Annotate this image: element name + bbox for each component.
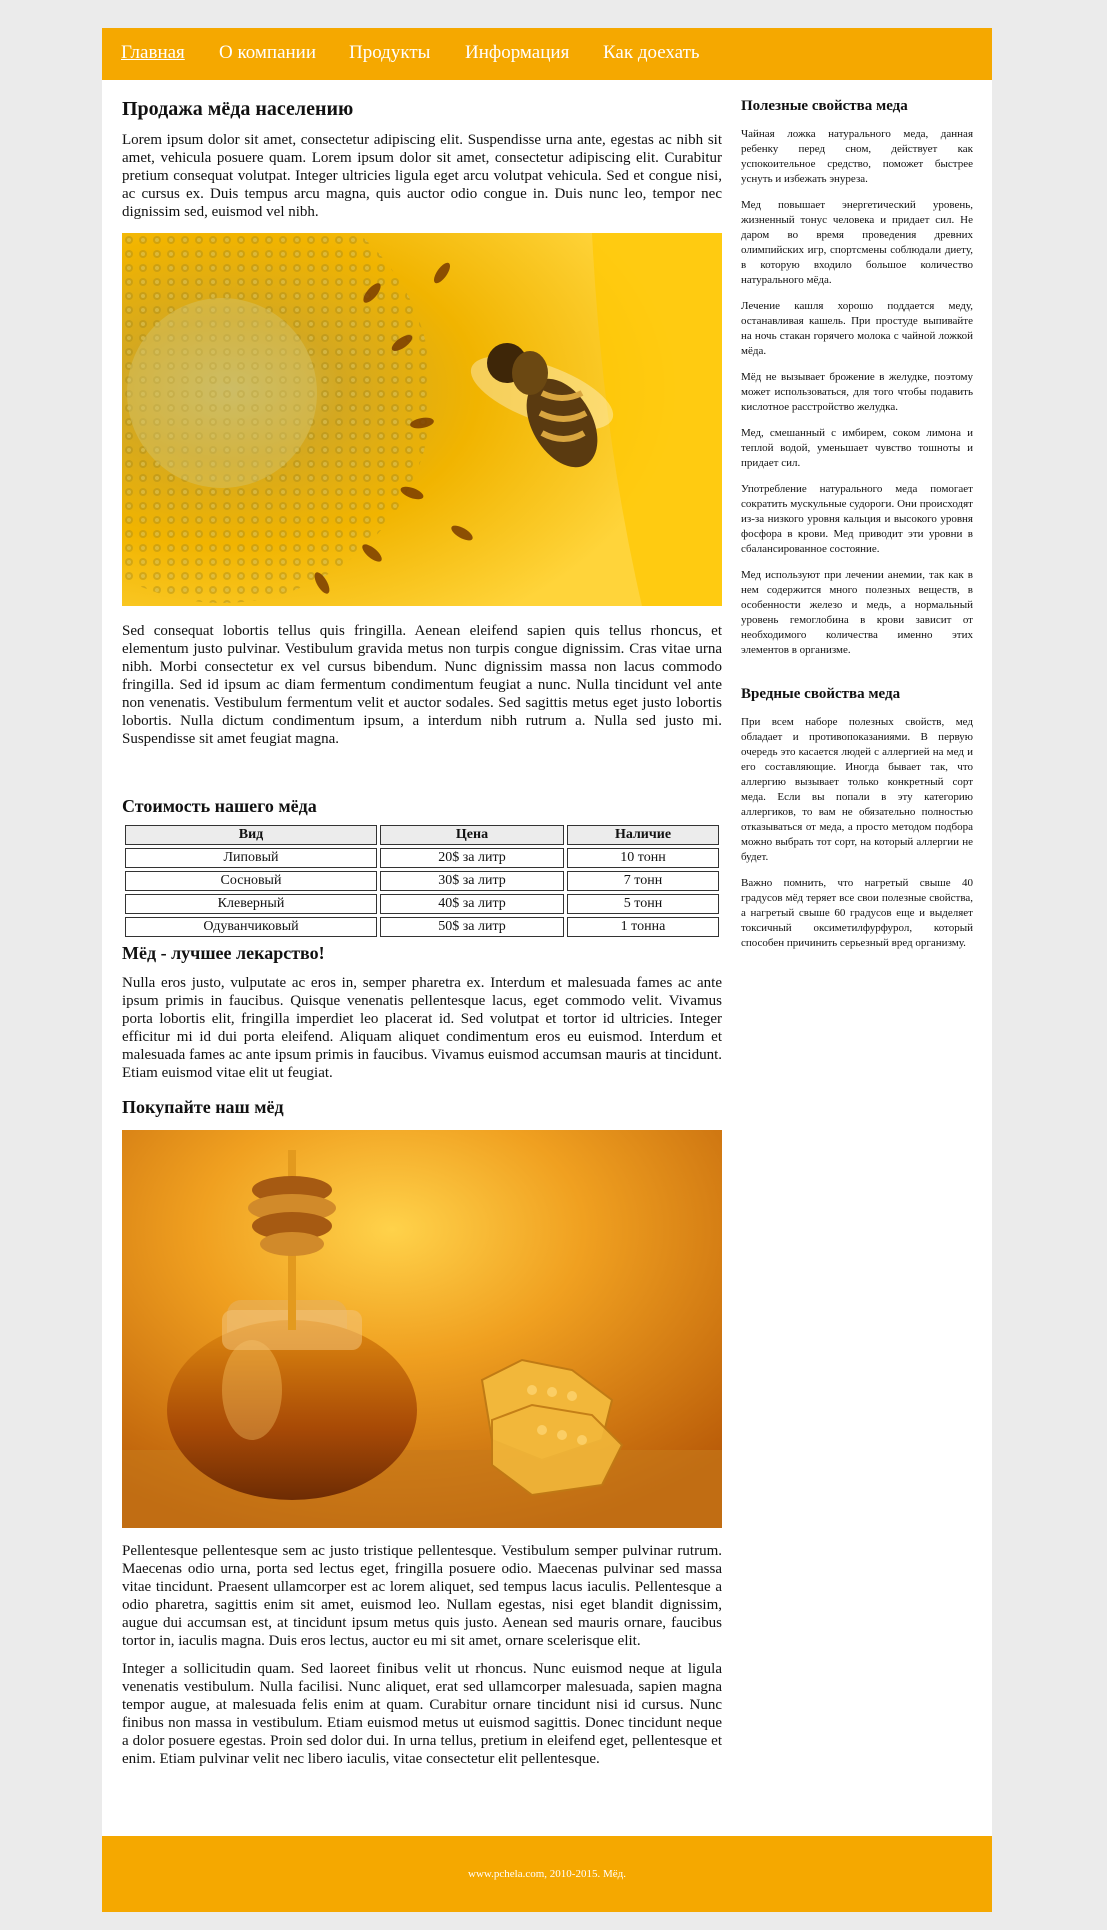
sidebar-paragraph: Мед повышает энергетический уровень, жиз… [741,199,973,286]
intro-paragraph: Lorem ipsum dolor sit amet, consectetur … [122,132,722,220]
main-text-block-4: Pellentesque pellentesque sem ac justo t… [122,1542,722,1768]
footer: www.pchela.com, 2010-2015. Мёд. [102,1836,992,1912]
table-cell: Сосновый [125,871,377,891]
paragraph-4: Pellentesque pellentesque sem ac justo t… [122,1543,722,1649]
harmful-properties-heading: Вредные свойства меда [741,686,901,702]
table-cell: Клеверный [125,894,377,914]
sidebar-paragraph: Чайная ложка натурального меда, данная р… [741,128,973,185]
sidebar-paragraph: Употребление натурального меда помогает … [741,483,973,555]
medicine-heading: Мёд - лучшее лекарство! [122,943,325,963]
table-row: Сосновый 30$ за литр 7 тонн [125,871,719,891]
table-cell: 20$ за литр [380,848,564,868]
table-cell: 30$ за литр [380,871,564,891]
sidebar-paragraph: При всем наборе полезных свойств, мед об… [741,716,973,863]
table-cell: Липовый [125,848,377,868]
table-row: Одуванчиковый 50$ за литр 1 тонна [125,917,719,937]
buy-section: Покупайте наш мёд [122,1097,722,1128]
honey-image [122,1130,722,1528]
paragraph-2: Sed consequat lobortis tellus quis fring… [122,623,722,747]
sidebar-paragraph: Мёд не вызывает брожение в желудке, поэт… [741,371,973,413]
sidebar-paragraph: Мед используют при лечении анемии, так к… [741,569,973,656]
table-header-row: Вид Цена Наличие [125,825,719,845]
bee-image [122,233,722,606]
sidebar-paragraph: Мед, смешанный с имбирем, соком лимона и… [741,427,973,469]
table-cell: 1 тонна [567,917,719,937]
price-table: Вид Цена Наличие Липовый 20$ за литр 10 … [122,822,722,940]
price-heading: Стоимость нашего мёда [122,796,317,816]
column-header: Наличие [567,825,719,845]
table-row: Клеверный 40$ за литр 5 тонн [125,894,719,914]
table-cell: 5 тонн [567,894,719,914]
column-header: Цена [380,825,564,845]
table-cell: 50$ за литр [380,917,564,937]
buy-heading: Покупайте наш мёд [122,1097,284,1117]
table-cell: Одуванчиковый [125,917,377,937]
table-row: Липовый 20$ за литр 10 тонн [125,848,719,868]
nav-item-products[interactable]: Продукты [349,42,430,64]
main-text-block-2: Sed consequat lobortis tellus quis fring… [122,622,722,748]
useful-properties-heading: Полезные свойства меда [741,98,908,114]
page-title: Продажа мёда населению [122,98,354,120]
table-cell: 7 тонн [567,871,719,891]
sidebar-paragraph: Лечение кашля хорошо поддается меду, ост… [741,300,973,357]
medicine-section: Мёд - лучшее лекарство! Nulla eros justo… [122,943,722,1082]
nav-item-home[interactable]: Главная [121,42,185,64]
table-cell: 40$ за литр [380,894,564,914]
main-content: Продажа мёда населению Lorem ipsum dolor… [122,98,722,221]
top-navigation: Главная О компании Продукты Информация К… [102,28,992,80]
sidebar-paragraph: Важно помнить, что нагретый свыше 40 гра… [741,877,973,949]
paragraph-3: Nulla eros justo, vulputate ac eros in, … [122,975,722,1081]
sidebar: Полезные свойства меда Чайная ложка нату… [741,98,973,962]
column-header: Вид [125,825,377,845]
page-container: Главная О компании Продукты Информация К… [102,28,992,1912]
nav-item-about[interactable]: О компании [219,42,316,64]
paragraph-5: Integer a sollicitudin quam. Sed laoreet… [122,1661,722,1767]
footer-text: www.pchela.com, 2010-2015. Мёд. [468,1868,626,1880]
table-cell: 10 тонн [567,848,719,868]
nav-item-info[interactable]: Информация [465,42,569,64]
nav-item-directions[interactable]: Как доехать [603,42,700,64]
